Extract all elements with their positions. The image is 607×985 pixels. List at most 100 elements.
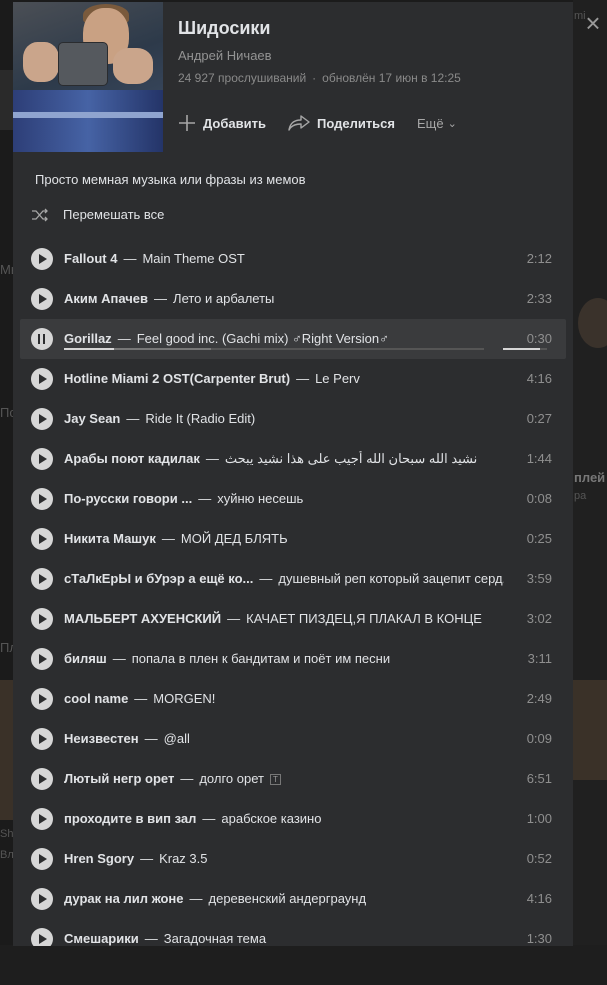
background-text: Sh <box>0 828 14 840</box>
track-title[interactable]: Le Perv <box>315 371 360 386</box>
track-row[interactable]: дурак на лил жоне — деревенский андерграун… <box>20 879 566 919</box>
track-artist[interactable]: сТаЛкЕрЫ и бУрэр а ещё ко... <box>64 571 253 586</box>
track-title[interactable]: @all <box>164 731 190 746</box>
background-strip <box>0 70 14 130</box>
background-text: плей <box>574 470 606 485</box>
track-artist[interactable]: дурак на лил жоне <box>64 891 184 906</box>
track-title[interactable]: МОЙ ДЕД БЛЯТЬ <box>181 531 288 546</box>
play-icon[interactable] <box>31 648 53 670</box>
track-duration: 2:12 <box>526 251 552 266</box>
track-row[interactable]: Hotline Miami 2 OST(Carpenter Brut) — Le P… <box>20 359 566 399</box>
play-icon[interactable] <box>31 928 53 946</box>
play-icon[interactable] <box>31 848 53 870</box>
play-icon[interactable] <box>31 408 53 430</box>
play-icon[interactable] <box>31 728 53 750</box>
track-row[interactable]: Никита Машук — МОЙ ДЕД БЛЯТЬ 0:25 <box>20 519 566 559</box>
track-row[interactable]: cool name — MORGEN! 2:49 <box>20 679 566 719</box>
play-icon[interactable] <box>31 888 53 910</box>
track-separator: — <box>123 251 137 266</box>
shuffle-all-button[interactable]: Перемешать все <box>31 207 164 222</box>
track-artist[interactable]: Fallout 4 <box>64 251 117 266</box>
track-separator: — <box>296 371 310 386</box>
background-card <box>572 680 607 780</box>
updated-date: обновлён 17 июн в 12:25 <box>322 71 461 85</box>
track-duration: 1:00 <box>526 811 552 826</box>
track-row[interactable]: Лютый негр орет — долго орет T 6:51 <box>20 759 566 799</box>
track-row[interactable]: По-русски говори ... — хуйню несешь 0:08 <box>20 479 566 519</box>
play-icon[interactable] <box>31 568 53 590</box>
background-text: pa <box>574 490 587 502</box>
track-artist[interactable]: По-русски говори ... <box>64 491 192 506</box>
track-title[interactable]: نشيد الله سبحان الله أجيب على هذا نشيد ي… <box>225 451 477 466</box>
track-title[interactable]: Feel good inc. (Gachi mix) ♂Right Versio… <box>137 331 389 346</box>
track-title[interactable]: Main Theme OST <box>142 251 244 266</box>
track-title[interactable]: Kraz 3.5 <box>159 851 207 866</box>
track-artist[interactable]: Аким Апачев <box>64 291 148 306</box>
track-artist[interactable]: проходите в вип зал <box>64 811 196 826</box>
track-artist[interactable]: Gorillaz <box>64 331 112 346</box>
track-title[interactable]: душевный реп который зацепит серд... <box>278 571 504 586</box>
track-row[interactable]: Gorillaz — Feel good inc. (Gachi mix) ♂Rig… <box>20 319 566 359</box>
track-row[interactable]: Аким Апачев — Лето и арбалеты 2:33 <box>20 279 566 319</box>
track-title[interactable]: Загадочная тема <box>164 931 266 946</box>
track-artist[interactable]: Лютый негр орет <box>64 771 174 786</box>
play-icon[interactable] <box>31 368 53 390</box>
track-artist[interactable]: Арабы поют кадилак <box>64 451 200 466</box>
track-info: Лютый негр орет — долго орет T <box>64 771 504 786</box>
track-row[interactable]: биляш — попала в плен к бандитам и поёт им… <box>20 639 566 679</box>
track-row[interactable]: Hren Sgory — Kraz 3.5 0:52 <box>20 839 566 879</box>
track-info: Аким Апачев — Лето и арбалеты <box>64 291 504 306</box>
volume-slider[interactable] <box>503 348 547 350</box>
lyrics-badge-icon[interactable]: T <box>269 774 281 785</box>
track-title[interactable]: долго орет <box>199 771 264 786</box>
pause-icon[interactable] <box>31 328 53 350</box>
play-icon[interactable] <box>31 688 53 710</box>
track-progress-bar[interactable] <box>64 348 484 350</box>
track-row[interactable]: Jay Sean — Ride It (Radio Edit) 0:27 <box>20 399 566 439</box>
track-row[interactable]: Fallout 4 — Main Theme OST 2:12 <box>20 239 566 279</box>
track-row[interactable]: проходите в вип зал — арабское казино 1:00 <box>20 799 566 839</box>
track-artist[interactable]: cool name <box>64 691 128 706</box>
track-title[interactable]: арабское казино <box>221 811 321 826</box>
track-list: Fallout 4 — Main Theme OST 2:12 Аким Апачев —… <box>20 239 566 946</box>
track-title[interactable]: Лето и арбалеты <box>173 291 274 306</box>
play-icon[interactable] <box>31 488 53 510</box>
track-artist[interactable]: Hotline Miami 2 OST(Carpenter Brut) <box>64 371 290 386</box>
play-icon[interactable] <box>31 288 53 310</box>
track-row[interactable]: сТаЛкЕрЫ и бУрэр а ещё ко... — душевный ре… <box>20 559 566 599</box>
play-icon[interactable] <box>31 608 53 630</box>
track-duration: 3:02 <box>526 611 552 626</box>
track-artist[interactable]: биляш <box>64 651 107 666</box>
play-icon[interactable] <box>31 248 53 270</box>
play-icon[interactable] <box>31 528 53 550</box>
track-title[interactable]: Ride It (Radio Edit) <box>145 411 255 426</box>
more-button[interactable]: Ещё ⌄ <box>417 116 457 131</box>
track-separator: — <box>202 811 216 826</box>
track-info: Hren Sgory — Kraz 3.5 <box>64 851 504 866</box>
track-title[interactable]: MORGEN! <box>153 691 215 706</box>
track-row[interactable]: Неизвестен — @all 0:09 <box>20 719 566 759</box>
track-artist[interactable]: Jay Sean <box>64 411 120 426</box>
track-artist[interactable]: Неизвестен <box>64 731 139 746</box>
track-artist[interactable]: МАЛЬБЕРТ АХУЕНСКИЙ <box>64 611 221 626</box>
track-duration: 0:30 <box>526 331 552 346</box>
track-title[interactable]: КАЧАЕТ ПИЗДЕЦ,Я ПЛАКАЛ В КОНЦЕ <box>246 611 482 626</box>
track-title[interactable]: попала в плен к бандитам и поёт им песни <box>132 651 390 666</box>
track-row[interactable]: Арабы поют кадилак — نشيد الله سبحان الله … <box>20 439 566 479</box>
play-icon[interactable] <box>31 448 53 470</box>
playlist-author[interactable]: Андрей Ничаев <box>178 48 272 63</box>
share-button[interactable]: Поделиться <box>288 115 395 131</box>
track-artist[interactable]: Смешарики <box>64 931 139 946</box>
track-title[interactable]: хуйню несешь <box>217 491 303 506</box>
track-row[interactable]: Смешарики — Загадочная тема 1:30 <box>20 919 566 946</box>
track-duration: 3:11 <box>527 651 552 666</box>
add-button[interactable]: Добавить <box>178 114 266 132</box>
track-artist[interactable]: Hren Sgory <box>64 851 134 866</box>
play-icon[interactable] <box>31 808 53 830</box>
close-icon[interactable]: × <box>581 10 605 36</box>
track-row[interactable]: МАЛЬБЕРТ АХУЕНСКИЙ — КАЧАЕТ ПИЗДЕЦ,Я ПЛАКА… <box>20 599 566 639</box>
play-icon[interactable] <box>31 768 53 790</box>
playlist-modal: Шидосики Андрей Ничаев 24 927 прослушива… <box>13 2 573 946</box>
track-artist[interactable]: Никита Машук <box>64 531 156 546</box>
track-title[interactable]: деревенский андерграунд <box>209 891 367 906</box>
